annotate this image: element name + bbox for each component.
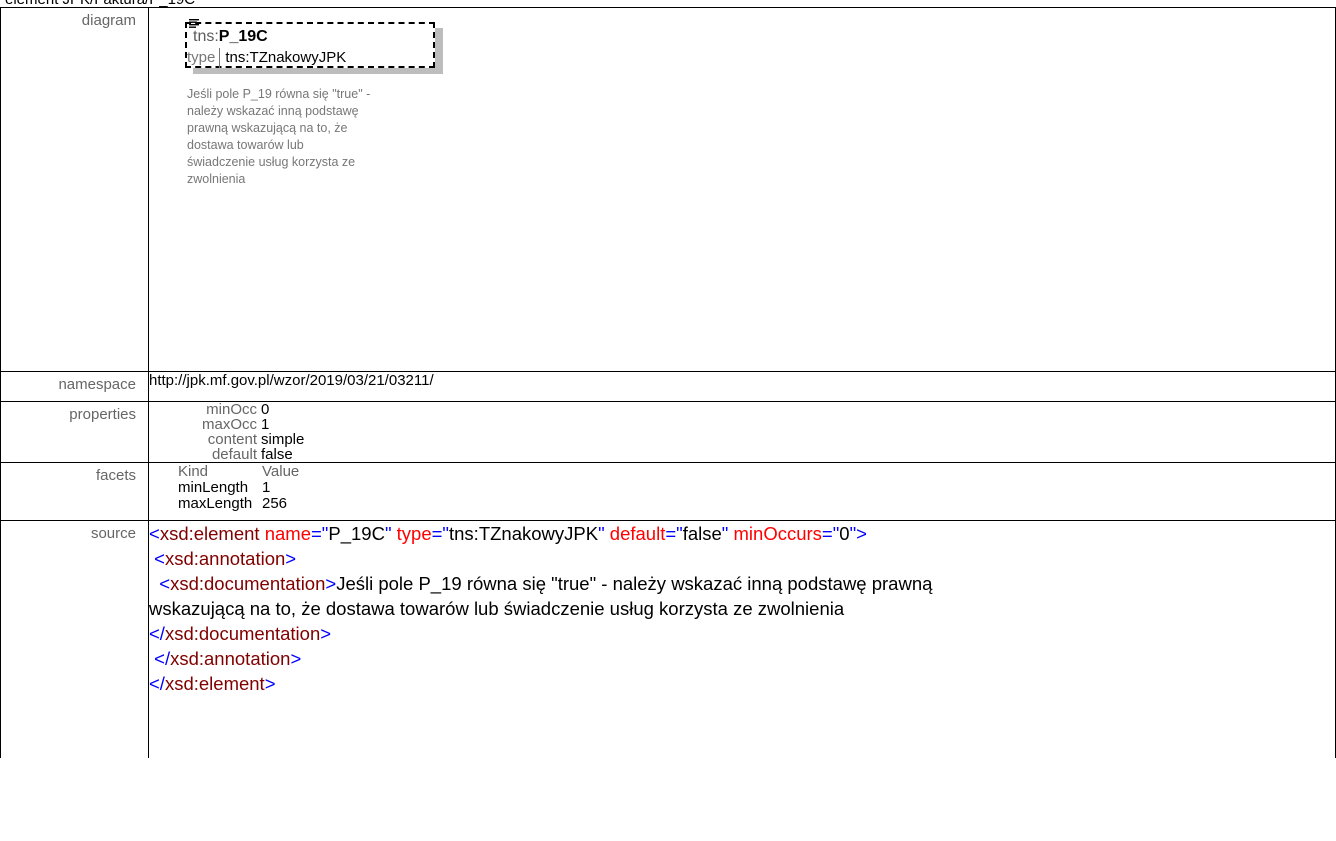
source-line: </xsd:documentation> (149, 623, 332, 644)
xml-tag: xsd:annotation (164, 548, 286, 569)
annotation-line: świadczenie usług korzysta ze (187, 155, 356, 169)
element-box-shadow-bottom (193, 68, 443, 74)
facets-row: facets Kind Value minLength 1 maxLength … (0, 462, 1336, 521)
xml-attr: minOccurs (733, 523, 822, 544)
annotation-line: prawną wskazującą na to, że (187, 121, 348, 135)
xml-tag: xsd:documentation (170, 573, 326, 594)
annotation-line: Jeśli pole P_19 równa się "true" - (187, 87, 371, 101)
facet-value: 256 (262, 495, 288, 512)
facets-cell: Kind Value minLength 1 maxLength 256 (148, 462, 1336, 521)
xml-tag: xsd:element (164, 673, 265, 694)
property-value: false (261, 446, 293, 463)
annotation-text: Jeśli pole P_19 równa się "true" - należ… (187, 86, 387, 188)
source-line: <xsd:documentation>Jeśli pole P_19 równa… (159, 573, 933, 594)
source-line: wskazującą na to, że dostawa towarów lub… (149, 596, 1335, 621)
annotation-line: zwolnienia (187, 172, 246, 186)
properties-cell: minOcc 0 maxOcc 1 content simple default… (148, 401, 1336, 463)
source-label: source (0, 520, 149, 758)
element-ns-prefix: tns: (193, 28, 219, 45)
facet-kind: maxLength (178, 495, 253, 512)
xml-tag: xsd:annotation (170, 648, 291, 669)
annotation-line: należy wskazać inną podstawę (187, 104, 359, 118)
xml-text: Jeśli pole P_19 równa się "true" - należ… (336, 573, 933, 594)
xml-tag: xsd:documentation (164, 623, 321, 644)
facets-label: facets (0, 462, 149, 521)
properties-row: properties minOcc 0 maxOcc 1 content sim… (0, 401, 1336, 463)
element-name[interactable]: tns:P_19C (193, 28, 268, 46)
element-doc-table: diagram tns:P_19C type tns:TZnakowyJPK J… (0, 7, 1336, 758)
type-value[interactable]: tns:TZnakowyJPK (220, 48, 346, 68)
type-label: type (187, 48, 221, 68)
source-line: </xsd:annotation> (154, 648, 302, 669)
xml-attr-value: false (682, 523, 722, 544)
annotation-line: dostawa towarów lub (187, 138, 304, 152)
xml-attr-value: P_19C (328, 523, 385, 544)
source-row: source <xsd:element name="P_19C" type="t… (0, 520, 1336, 758)
namespace-value: http://jpk.mf.gov.pl/wzor/2019/03/21/032… (148, 371, 1336, 402)
property-key: maxOcc (201, 416, 257, 433)
facet-kind: minLength (178, 479, 249, 496)
type-row: type tns:TZnakowyJPK (187, 48, 346, 68)
property-value: 0 (261, 401, 270, 418)
source-line: <xsd:annotation> (154, 548, 297, 569)
diagram-row: diagram tns:P_19C type tns:TZnakowyJPK J… (0, 7, 1336, 372)
xml-attr-value: 0 (839, 523, 850, 544)
source-line: <xsd:element name="P_19C" type="tns:TZna… (149, 523, 867, 544)
facet-kind-header: Kind (178, 463, 209, 480)
element-name-text: P_19C (218, 28, 268, 45)
property-value: simple (261, 431, 305, 448)
source-code: <xsd:element name="P_19C" type="tns:TZna… (148, 520, 1336, 758)
facet-value-header: Value (262, 463, 300, 480)
xml-tag: xsd:element (159, 523, 260, 544)
xml-attr: default (609, 523, 666, 544)
diagram-label: diagram (0, 7, 149, 372)
diagram-cell: tns:P_19C type tns:TZnakowyJPK Jeśli pol… (148, 7, 1336, 372)
xml-attr-value: tns:TZnakowyJPK (449, 523, 599, 544)
property-key: content (207, 431, 257, 448)
property-key: default (211, 446, 257, 463)
property-key: minOcc (206, 401, 257, 418)
xml-text: wskazującą na to, że dostawa towarów lub… (149, 598, 845, 619)
properties-label: properties (0, 401, 149, 463)
facet-value: 1 (262, 479, 271, 496)
property-value: 1 (261, 416, 270, 433)
namespace-label: namespace (0, 371, 149, 402)
namespace-row: namespace http://jpk.mf.gov.pl/wzor/2019… (0, 371, 1336, 402)
xml-attr: name (264, 523, 311, 544)
xml-attr: type (396, 523, 432, 544)
source-line: </xsd:element> (149, 673, 276, 694)
